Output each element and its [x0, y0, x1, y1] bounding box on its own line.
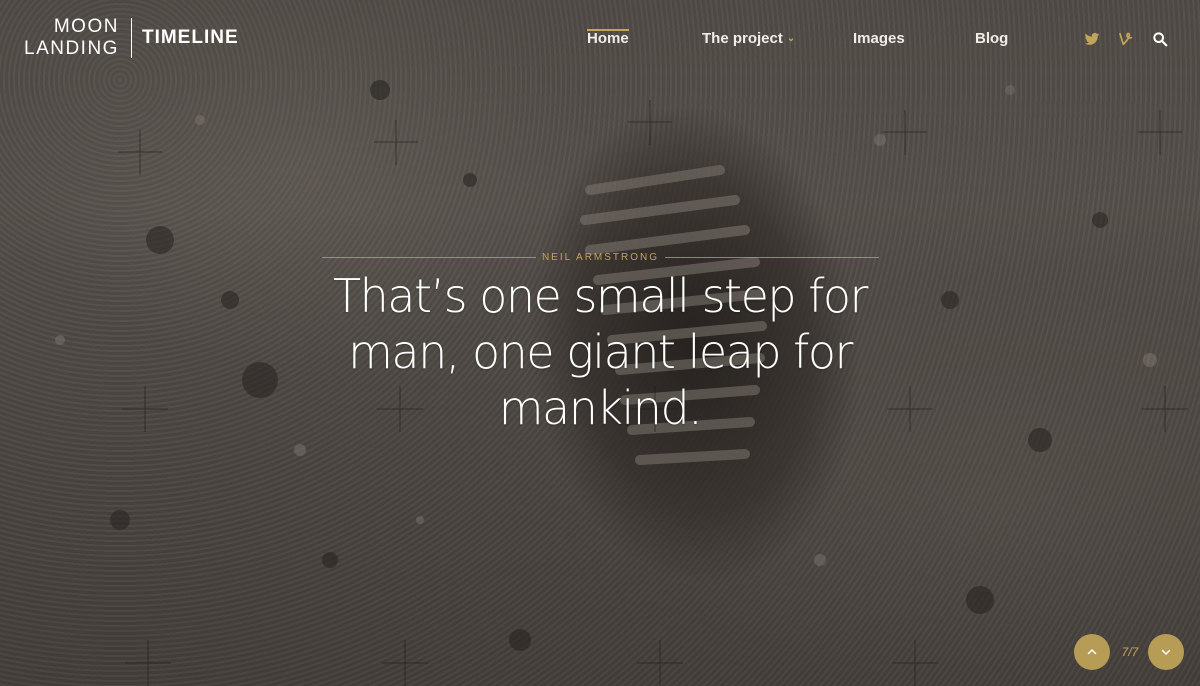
chevron-down-icon — [1161, 649, 1171, 655]
active-nav-indicator — [587, 29, 629, 31]
main-navigation: Home The project ⌄ Images Blog — [0, 30, 1200, 50]
vine-icon[interactable] — [1118, 31, 1134, 47]
hero-quote: That’s one small step for man, one giant… — [333, 269, 868, 435]
attribution-rule-right — [665, 256, 879, 258]
nav-item-the-project-label: The project — [702, 30, 783, 47]
quote-attribution-row: Neil Armstrong — [322, 250, 879, 264]
previous-slide-button[interactable] — [1074, 634, 1110, 670]
next-slide-button[interactable] — [1148, 634, 1184, 670]
nav-item-images[interactable]: Images — [853, 30, 905, 47]
twitter-icon[interactable] — [1084, 31, 1100, 47]
attribution-rule-left — [322, 256, 536, 258]
search-icon[interactable] — [1152, 31, 1168, 47]
slide-counter: 7/7 — [1121, 645, 1139, 659]
nav-item-home[interactable]: Home — [587, 30, 629, 47]
chevron-up-icon — [1087, 649, 1097, 655]
nav-item-blog[interactable]: Blog — [975, 30, 1008, 47]
quote-attribution: Neil Armstrong — [541, 251, 660, 263]
nav-item-the-project[interactable]: The project ⌄ — [702, 30, 795, 47]
chevron-down-icon: ⌄ — [786, 33, 796, 44]
hero-section: MOON LANDING TIMELINE Home The project ⌄ … — [0, 0, 1200, 686]
